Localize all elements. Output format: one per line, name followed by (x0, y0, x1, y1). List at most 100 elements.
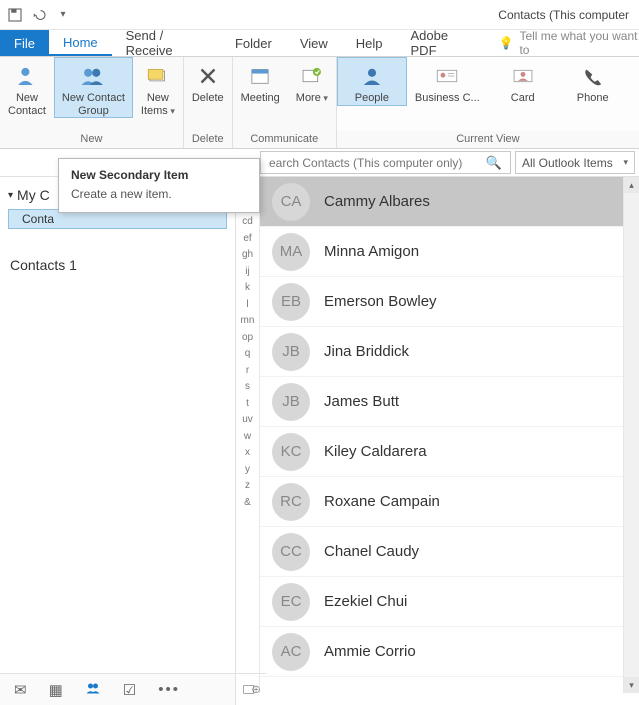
save-qat-icon[interactable] (6, 6, 24, 24)
alpha-index-item[interactable]: w (244, 431, 251, 442)
contact-row[interactable]: CA Cammy Albares (260, 177, 623, 227)
delete-icon (193, 63, 223, 89)
nav-mail-icon[interactable]: ✉ (14, 681, 27, 699)
contact-row[interactable]: ACAmmie Corrio (260, 627, 623, 677)
phone-icon (578, 63, 608, 89)
contact-row[interactable]: EBEmerson Bowley (260, 277, 623, 327)
alpha-index-item[interactable]: ef (243, 233, 251, 244)
contact-row[interactable]: JBJina Briddick (260, 327, 623, 377)
reading-pane-toggle[interactable] (236, 673, 266, 705)
contact-row[interactable]: ECEzekiel Chui (260, 577, 623, 627)
folder-contacts-label: Conta (22, 212, 54, 226)
view-phone-label: Phone (577, 92, 609, 105)
ribbon-group-delete: Delete Delete (184, 57, 233, 148)
folder-contacts-1[interactable]: Contacts 1 (8, 229, 227, 273)
tab-home[interactable]: Home (49, 30, 112, 56)
alpha-index-item[interactable]: uv (242, 414, 253, 425)
alpha-index-item[interactable]: mn (241, 315, 255, 326)
contact-row[interactable]: RC Roxane Campain (260, 477, 623, 527)
contact-avatar: RC (272, 483, 310, 521)
tab-folder[interactable]: Folder (221, 30, 286, 56)
ribbon-group-communicate: Meeting More Communicate (233, 57, 337, 148)
folder-parent-label: My C (17, 187, 50, 203)
meeting-button[interactable]: Meeting (233, 57, 288, 105)
tell-me-search[interactable]: 💡 Tell me what you want to (498, 30, 639, 56)
more-button[interactable]: More (288, 57, 336, 105)
alpha-index-item[interactable]: cd (242, 216, 253, 227)
alpha-index-item[interactable]: k (245, 282, 250, 293)
contact-avatar: CC (272, 533, 310, 571)
window-title: Contacts (This computer (498, 8, 633, 22)
scrollbar[interactable]: ▴ ▾ (623, 177, 639, 693)
nav-calendar-icon[interactable]: ▦ (49, 681, 63, 699)
view-business-card-label: Business C... (415, 92, 480, 105)
alpha-index-item[interactable]: ij (245, 266, 249, 277)
scroll-up-icon[interactable]: ▴ (624, 177, 639, 193)
ribbon-group-current-view-label: Current View (337, 131, 639, 148)
card-icon (508, 63, 538, 89)
new-items-icon (143, 63, 173, 89)
contact-row[interactable]: JBJames Butt (260, 377, 623, 427)
new-contact-group-button[interactable]: New Contact Group (54, 57, 133, 118)
contact-avatar: MA (272, 233, 310, 271)
bottom-navigation: ✉ ▦ ☑ ••• (0, 673, 236, 705)
contact-row[interactable]: CCChanel Caudy (260, 527, 623, 577)
alpha-index-item[interactable]: z (245, 480, 250, 491)
nav-people-icon[interactable] (85, 681, 101, 699)
contact-avatar: EB (272, 283, 310, 321)
delete-button[interactable]: Delete (184, 57, 232, 105)
alpha-index-item[interactable]: s (245, 381, 250, 392)
view-card-button[interactable]: Card (488, 57, 558, 105)
undo-qat-icon[interactable] (30, 6, 48, 24)
view-business-card-button[interactable]: Business C... (407, 57, 488, 105)
view-phone-button[interactable]: Phone (558, 57, 628, 105)
tab-adobe-pdf[interactable]: Adobe PDF (397, 30, 487, 56)
new-items-button[interactable]: New Items (133, 57, 183, 117)
ribbon-tabs: File Home Send / Receive Folder View Hel… (0, 30, 639, 57)
tab-help[interactable]: Help (342, 30, 397, 56)
contact-name: Cammy Albares (324, 193, 430, 210)
view-card-label: Card (511, 92, 535, 105)
contact-avatar: CA (272, 183, 310, 221)
new-contact-group-label: New Contact Group (62, 92, 125, 117)
alpha-index-item[interactable]: q (245, 348, 251, 359)
search-icon[interactable]: 🔍 (482, 155, 506, 171)
contact-row[interactable]: MAMinna Amigon (260, 227, 623, 277)
qat-customize-icon[interactable]: ▾ (54, 6, 72, 24)
quick-access-toolbar: ▾ (6, 6, 72, 24)
ribbon-group-new: New Contact New Contact Group New Items … (0, 57, 184, 148)
alpha-index-item[interactable]: y (245, 464, 250, 475)
search-input[interactable] (269, 156, 482, 170)
alpha-index-item[interactable]: t (246, 398, 249, 409)
scroll-down-icon[interactable]: ▾ (624, 677, 639, 693)
tab-send-receive[interactable]: Send / Receive (112, 30, 221, 56)
view-people-label: People (355, 92, 389, 105)
alpha-index-item[interactable]: r (246, 365, 249, 376)
nav-more-icon[interactable]: ••• (158, 681, 180, 698)
alpha-index-item[interactable]: op (242, 332, 253, 343)
nav-tasks-icon[interactable]: ☑ (123, 681, 136, 699)
alpha-index-item[interactable]: l (246, 299, 248, 310)
contact-row[interactable]: KCKiley Caldarera (260, 427, 623, 477)
new-contact-button[interactable]: New Contact (0, 57, 54, 117)
meeting-label: Meeting (241, 92, 280, 105)
contact-name: Roxane Campain (324, 493, 440, 510)
tab-file[interactable]: File (0, 30, 49, 56)
search-box[interactable]: 🔍 (260, 151, 511, 174)
alpha-index-item[interactable]: x (245, 447, 250, 458)
new-contact-icon (12, 63, 42, 89)
alpha-index-item[interactable]: gh (242, 249, 253, 260)
ribbon-group-current-view: People Business C... Card Phone Current … (337, 57, 639, 148)
contact-name: Jina Briddick (324, 343, 409, 360)
more-icon (297, 63, 327, 89)
title-bar: ▾ Contacts (This computer (0, 0, 639, 30)
tab-view[interactable]: View (286, 30, 342, 56)
alpha-index-item[interactable]: & (244, 497, 251, 508)
view-people-button[interactable]: People (337, 57, 407, 106)
contact-avatar: JB (272, 383, 310, 421)
search-scope-label: All Outlook Items (522, 156, 613, 170)
search-scope-dropdown[interactable]: All Outlook Items ▾ (515, 151, 635, 174)
people-icon (357, 63, 387, 89)
new-items-label: New Items (141, 92, 175, 117)
tooltip-body: Create a new item. (71, 187, 247, 201)
